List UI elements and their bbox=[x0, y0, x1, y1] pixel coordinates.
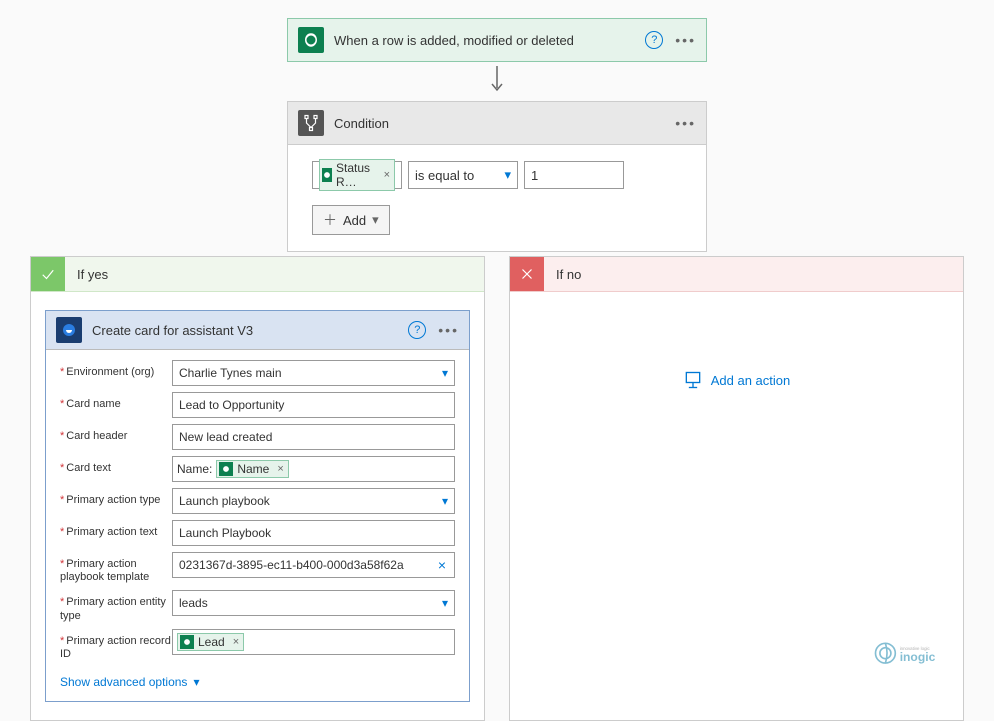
inogic-watermark: innovative logic inogic bbox=[870, 633, 980, 672]
condition-left-operand[interactable]: Status R… × bbox=[312, 161, 402, 189]
dataverse-icon bbox=[298, 27, 324, 53]
record-id-input[interactable]: Lead × bbox=[172, 629, 455, 655]
more-icon[interactable]: ••• bbox=[438, 322, 459, 338]
chevron-down-icon: ▾ bbox=[442, 494, 448, 508]
dataverse-icon bbox=[180, 635, 194, 649]
add-condition-button[interactable]: ＋ Add ▾ bbox=[312, 205, 390, 235]
close-icon bbox=[510, 257, 544, 291]
primary-action-type-select[interactable]: Launch playbook ▾ bbox=[172, 488, 455, 514]
more-icon[interactable]: ••• bbox=[675, 32, 696, 48]
playbook-template-input[interactable]: 0231367d-3895-ec11-b400-000d3a58f62a × bbox=[172, 552, 455, 578]
condition-card: Condition ••• Status R… × is equal to ▾ … bbox=[287, 101, 707, 252]
card-header-input[interactable]: New lead created bbox=[172, 424, 455, 450]
entity-type-select[interactable]: leads ▾ bbox=[172, 590, 455, 616]
dataverse-icon bbox=[322, 168, 332, 182]
add-action-button[interactable]: Add an action bbox=[524, 310, 949, 450]
dataverse-icon bbox=[219, 462, 233, 476]
remove-token-icon[interactable]: × bbox=[384, 169, 390, 181]
status-reason-token[interactable]: Status R… × bbox=[319, 159, 395, 191]
svg-text:inogic: inogic bbox=[900, 650, 936, 664]
primary-action-text-input[interactable]: Launch Playbook bbox=[172, 520, 455, 546]
show-advanced-options-link[interactable]: Show advanced options ▾ bbox=[60, 675, 199, 689]
environment-select[interactable]: Charlie Tynes main ▾ bbox=[172, 360, 455, 386]
if-yes-label: If yes bbox=[77, 267, 108, 282]
card-text-input[interactable]: Name: Name × bbox=[172, 456, 455, 482]
trigger-card[interactable]: When a row is added, modified or deleted… bbox=[287, 18, 707, 62]
remove-token-icon[interactable]: × bbox=[277, 463, 283, 475]
condition-value-input[interactable]: 1 bbox=[524, 161, 624, 189]
lead-token[interactable]: Lead × bbox=[177, 633, 244, 651]
action-header[interactable]: Create card for assistant V3 ? ••• bbox=[46, 311, 469, 350]
assistant-icon bbox=[56, 317, 82, 343]
more-icon[interactable]: ••• bbox=[675, 115, 696, 131]
if-yes-branch: If yes Create card for assistant V3 ? ••… bbox=[30, 256, 485, 721]
if-no-label: If no bbox=[556, 267, 581, 282]
chevron-down-icon: ▾ bbox=[442, 596, 448, 610]
trigger-title: When a row is added, modified or deleted bbox=[334, 33, 645, 48]
condition-expression-row: Status R… × is equal to ▾ 1 bbox=[312, 161, 682, 189]
check-icon bbox=[31, 257, 65, 291]
chevron-down-icon: ▾ bbox=[372, 212, 379, 228]
chevron-down-icon: ▾ bbox=[193, 675, 199, 689]
plus-icon: ＋ bbox=[323, 210, 337, 230]
connector-arrow bbox=[0, 62, 994, 101]
chevron-down-icon: ▾ bbox=[442, 366, 448, 380]
card-name-input[interactable]: Lead to Opportunity bbox=[172, 392, 455, 418]
help-icon[interactable]: ? bbox=[645, 31, 663, 49]
condition-operator-select[interactable]: is equal to ▾ bbox=[408, 161, 518, 189]
create-card-action: Create card for assistant V3 ? ••• *Envi… bbox=[45, 310, 470, 702]
if-yes-header: If yes bbox=[31, 257, 484, 292]
action-title: Create card for assistant V3 bbox=[92, 323, 408, 338]
chevron-down-icon: ▾ bbox=[504, 167, 511, 183]
name-token[interactable]: Name × bbox=[216, 460, 288, 478]
condition-title: Condition bbox=[334, 116, 675, 131]
help-icon[interactable]: ? bbox=[408, 321, 426, 339]
if-no-header: If no bbox=[510, 257, 963, 292]
clear-icon[interactable]: × bbox=[436, 557, 448, 573]
condition-icon bbox=[298, 110, 324, 136]
condition-header[interactable]: Condition ••• bbox=[288, 102, 706, 145]
remove-token-icon[interactable]: × bbox=[233, 636, 239, 648]
